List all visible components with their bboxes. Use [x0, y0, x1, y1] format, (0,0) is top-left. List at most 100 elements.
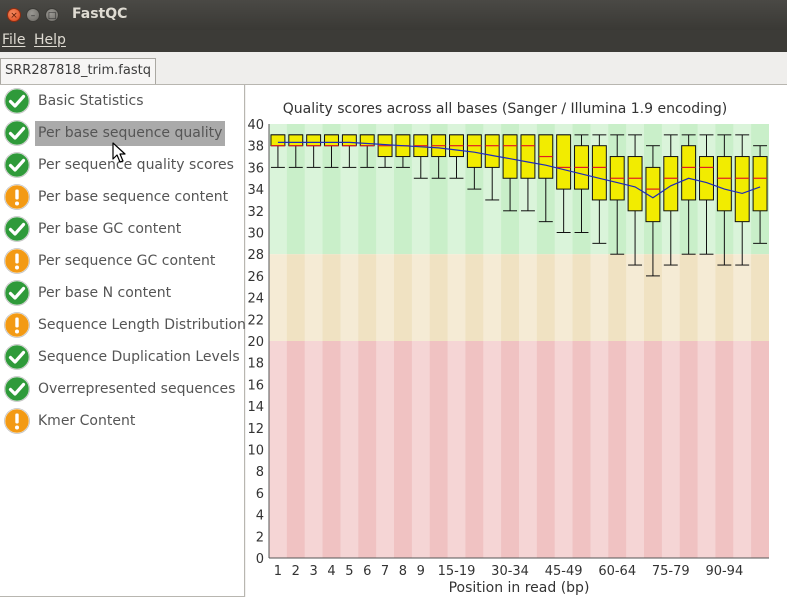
y-tick-label: 8	[256, 465, 264, 480]
title-bar: × – □ FastQC	[0, 0, 787, 30]
y-tick-label: 22	[247, 313, 264, 328]
box	[699, 156, 714, 201]
x-tick-label: 45-49	[545, 564, 583, 579]
module-item[interactable]: Sequence Length Distribution	[0, 310, 246, 340]
x-tick-label: 90-94	[705, 564, 743, 579]
box	[556, 134, 572, 190]
module-item[interactable]: Overrepresented sequences	[0, 374, 245, 404]
window-title: FastQC	[72, 6, 128, 22]
box	[484, 134, 500, 168]
x-tick-label: 9	[417, 564, 425, 579]
module-label: Sequence Length Distribution	[38, 317, 246, 333]
y-tick-label: 32	[247, 205, 264, 220]
box	[734, 156, 750, 223]
y-tick-label: 12	[247, 422, 264, 437]
module-item[interactable]: Per base GC content	[0, 214, 245, 244]
maximize-window-button[interactable]: □	[45, 8, 59, 22]
module-label: Per sequence quality scores	[38, 157, 234, 173]
box	[752, 156, 768, 212]
column-stripe	[340, 124, 359, 558]
y-tick-label: 0	[256, 552, 264, 567]
check-icon	[3, 119, 31, 147]
box	[502, 134, 518, 179]
y-tick-label: 38	[247, 140, 264, 155]
warning-icon	[3, 183, 31, 211]
module-label: Per base sequence content	[38, 189, 229, 205]
module-label: Basic Statistics	[38, 93, 144, 109]
box	[270, 134, 286, 147]
check-icon	[3, 87, 31, 115]
column-stripe	[304, 124, 323, 558]
x-tick-label: 3	[310, 564, 318, 579]
module-item[interactable]: Per sequence GC content	[0, 246, 245, 276]
chart-panel: 0 2 4 6 8 10 12 14 16 18 20 22 24 26 28 30 32 34 36 38 40 1 2 3…	[246, 85, 787, 597]
warning-icon	[3, 407, 31, 435]
module-item[interactable]: Basic Statistics	[0, 86, 245, 116]
warning-icon	[3, 247, 31, 275]
x-tick-label: 7	[381, 564, 389, 579]
box	[716, 156, 732, 212]
column-stripe	[447, 124, 466, 558]
module-label: Overrepresented sequences	[38, 381, 236, 397]
menu-file[interactable]: File	[2, 32, 25, 48]
menu-bar: File Help	[0, 30, 787, 52]
file-tab-bar: SRR287818_trim.fastq	[0, 52, 787, 85]
minimize-window-button[interactable]: –	[26, 8, 40, 22]
box	[520, 134, 536, 179]
y-tick-label: 10	[247, 444, 264, 459]
warning-icon	[3, 311, 31, 339]
box	[288, 134, 304, 147]
box	[341, 134, 357, 147]
box	[324, 134, 339, 147]
column-stripe	[411, 124, 430, 558]
box	[681, 145, 697, 201]
tab-file[interactable]: SRR287818_trim.fastq	[0, 58, 156, 84]
x-tick-label: 4	[327, 564, 335, 579]
y-tick-label: 30	[247, 227, 264, 242]
mouse-cursor-icon	[112, 142, 126, 163]
y-tick-label: 36	[247, 161, 264, 176]
x-tick-label: 30-34	[491, 564, 529, 579]
y-tick-label: 28	[247, 248, 264, 263]
module-label: Per base GC content	[38, 221, 182, 237]
y-tick-label: 20	[247, 335, 264, 350]
x-tick-label: 5	[345, 564, 353, 579]
y-tick-label: 6	[256, 487, 264, 502]
x-tick-label: 15-19	[438, 564, 476, 579]
x-tick-label: 2	[292, 564, 300, 579]
module-label: Per base N content	[38, 285, 172, 301]
y-tick-label: 2	[256, 530, 264, 545]
check-icon	[3, 343, 31, 371]
check-icon	[3, 215, 31, 243]
module-item[interactable]: Per base N content	[0, 278, 245, 308]
y-tick-label: 4	[256, 509, 264, 524]
box	[591, 145, 607, 201]
x-tick-label: 75-79	[652, 564, 690, 579]
chart-title: Quality scores across all bases (Sanger …	[283, 101, 727, 117]
x-tick-label: 1	[274, 564, 282, 579]
y-tick-label: 14	[247, 400, 264, 415]
module-label: Kmer Content	[38, 413, 136, 429]
close-window-button[interactable]: ×	[7, 8, 21, 22]
menu-help[interactable]: Help	[34, 32, 66, 48]
box	[627, 156, 643, 212]
module-label: Per sequence GC content	[38, 253, 216, 269]
y-tick-label: 40	[247, 118, 264, 133]
module-label: Sequence Duplication Levels	[38, 349, 240, 365]
module-item[interactable]: Sequence Duplication Levels	[0, 342, 245, 372]
module-item[interactable]: Kmer Content	[0, 406, 245, 436]
quality-boxplot-chart: 02468101214161820222426283032343638401 2 3…	[247, 101, 769, 596]
x-axis-label: Position in read (bp)	[449, 580, 590, 596]
y-tick-label: 18	[247, 357, 264, 372]
x-tick-label: 8	[399, 564, 407, 579]
box	[306, 134, 322, 147]
y-tick-label: 16	[247, 378, 264, 393]
check-icon	[3, 375, 31, 403]
column-stripe	[376, 124, 394, 558]
check-icon	[3, 279, 31, 307]
module-item[interactable]: Per base sequence content	[0, 182, 245, 212]
y-tick-label: 24	[247, 292, 264, 307]
check-icon	[3, 151, 31, 179]
y-tick-label: 26	[247, 270, 264, 285]
x-tick-label: 6	[363, 564, 371, 579]
